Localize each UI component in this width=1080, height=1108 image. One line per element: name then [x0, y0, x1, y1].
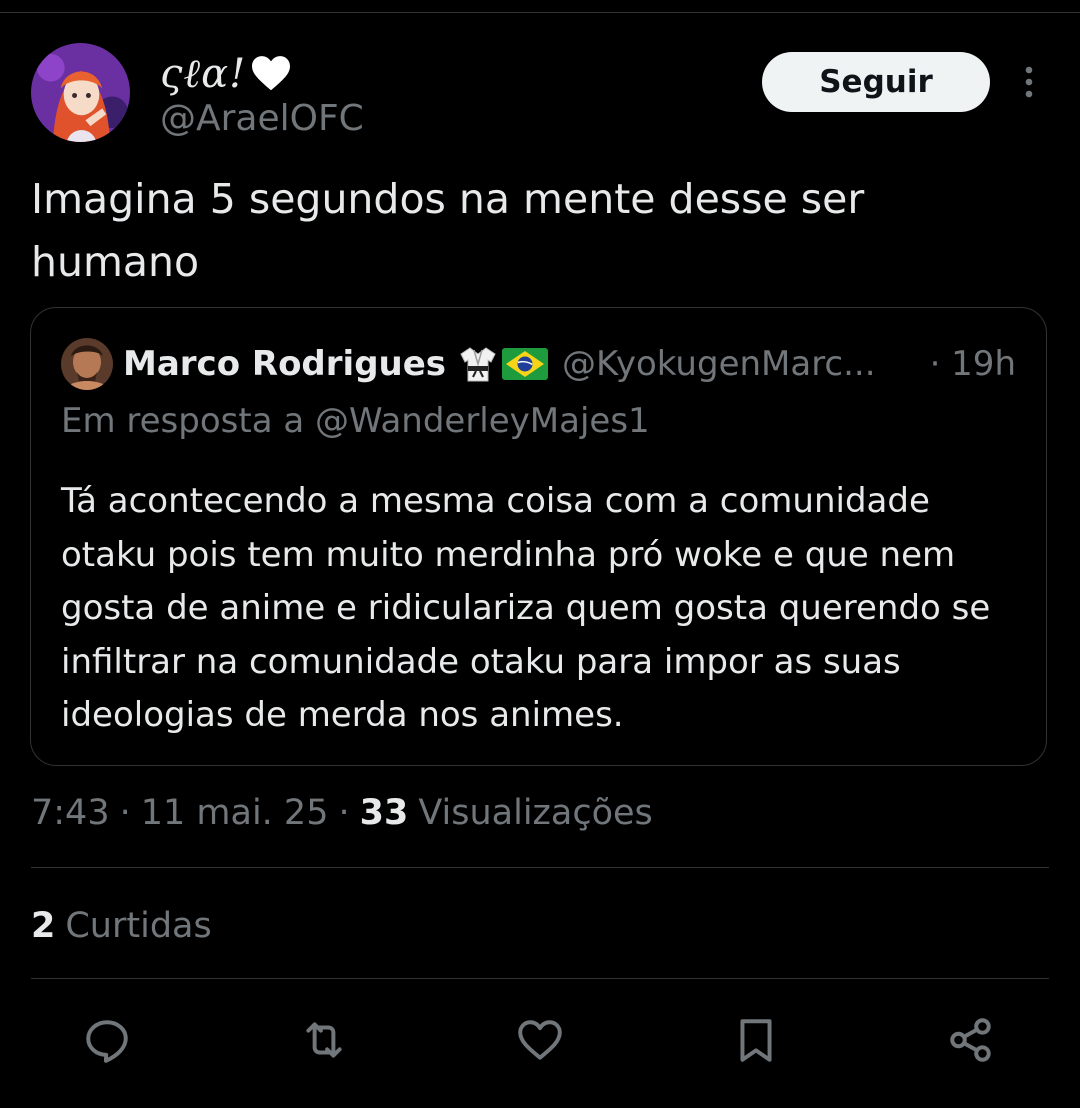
bookmark-icon [740, 1019, 772, 1062]
martial-arts-uniform-icon [460, 347, 496, 382]
white-heart-icon [252, 56, 291, 91]
retweet-icon [306, 1022, 342, 1058]
author-display-name[interactable]: ςℓα! [160, 46, 292, 100]
tweet-date[interactable]: 11 mai. 25 [141, 793, 329, 833]
share-button[interactable] [943, 1012, 999, 1068]
likes-summary[interactable]: 2 Curtidas [31, 901, 212, 951]
divider [31, 867, 1049, 868]
reply-context: Em resposta a @WanderleyMajes1 [61, 401, 650, 441]
reply-button[interactable] [79, 1012, 135, 1068]
reply-context-handle[interactable]: @WanderleyMajes1 [315, 401, 650, 441]
likes-count: 2 [31, 906, 56, 946]
quoted-author-name: Marco Rodrigues [123, 344, 447, 384]
likes-label: Curtidas [65, 906, 212, 946]
quoted-author-avatar[interactable] [61, 338, 113, 390]
like-button[interactable] [512, 1012, 568, 1068]
more-vertical-icon[interactable] [1014, 62, 1044, 102]
bookmark-button[interactable] [728, 1012, 784, 1068]
views-label: Visualizações [418, 793, 653, 833]
quoted-tweet-text: Tá acontecendo a mesma coisa com a comun… [61, 481, 991, 735]
top-divider [0, 0, 1080, 13]
brazil-flag-icon [502, 348, 549, 380]
tweet-meta: 7:43 · 11 mai. 25 · 33 Visualizações [31, 788, 653, 838]
meta-separator: · [119, 793, 131, 833]
divider [31, 978, 1049, 979]
share-icon [950, 1018, 991, 1062]
anime-avatar-icon [31, 43, 130, 142]
heart-icon [518, 1020, 562, 1060]
author-display-name-text: ςℓα! [160, 50, 247, 97]
tweet-text: Imagina 5 segundos na mente desse ser hu… [31, 175, 865, 286]
views-count: 33 [359, 793, 409, 833]
quoted-author-row: Marco Rodrigues @KyokugenMarc... [123, 338, 1023, 390]
quoted-timestamp[interactable]: · 19h [930, 338, 1016, 390]
tweet-time[interactable]: 7:43 [31, 793, 110, 833]
reply-icon [86, 1020, 128, 1063]
meta-separator: · [338, 793, 350, 833]
follow-button[interactable]: Seguir [762, 52, 990, 112]
quoted-tweet-card[interactable]: Marco Rodrigues @KyokugenMarc... · 19h E… [30, 307, 1047, 766]
quoted-author-handle: @KyokugenMarc... [562, 344, 876, 384]
retweet-button[interactable] [296, 1012, 352, 1068]
reply-context-prefix: Em resposta a [61, 401, 315, 441]
author-handle[interactable]: @AraelOFC [160, 98, 364, 139]
profile-avatar-icon [61, 338, 113, 390]
author-avatar[interactable] [31, 43, 130, 142]
